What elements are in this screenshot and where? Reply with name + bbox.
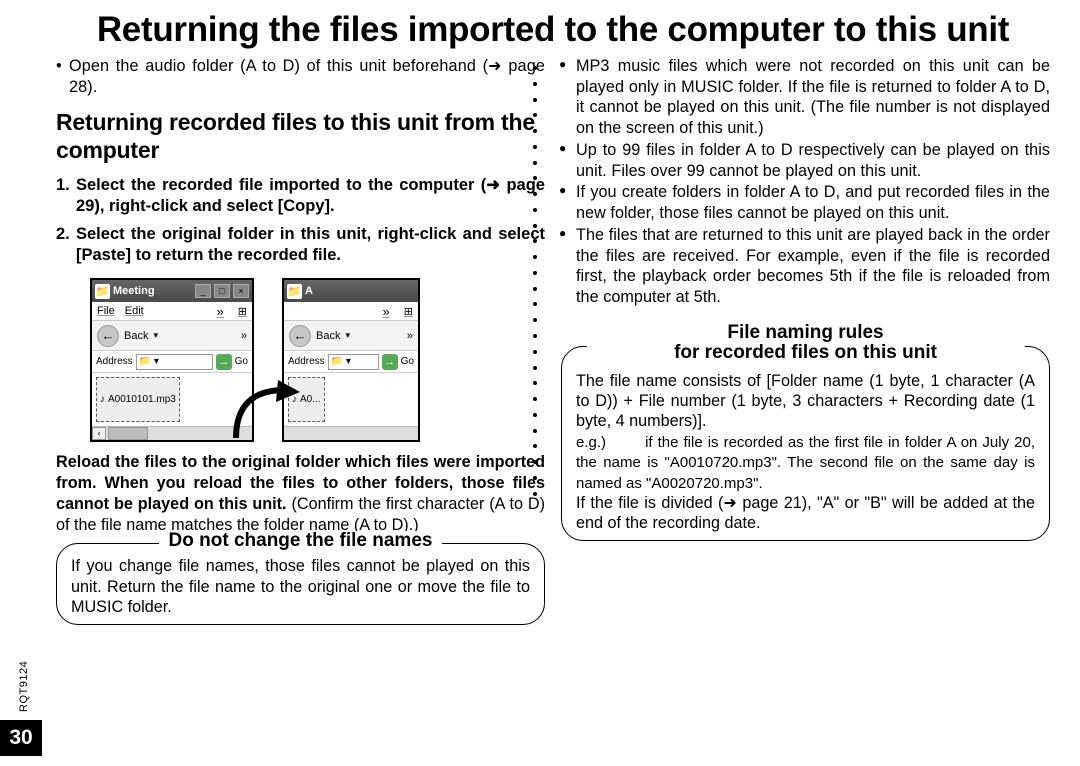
folder-icon: 📁: [95, 284, 110, 299]
curved-arrow-icon: [230, 380, 310, 450]
box-title: File naming rulesfor recorded files on t…: [586, 323, 1024, 363]
windows-logo-icon: ⊞: [238, 305, 247, 318]
go-label: Go: [235, 356, 248, 367]
step-1: 1.Select the recorded file imported to t…: [76, 175, 545, 218]
box-title: Do not change the file names: [159, 531, 443, 551]
address-label: Address: [288, 356, 325, 367]
windows-logo-icon: ⊞: [404, 305, 413, 318]
note-item: Up to 99 files in folder A to D respecti…: [561, 140, 1050, 181]
intro-note: Open the audio folder (A to D) of this u…: [56, 56, 545, 97]
back-icon: ←: [289, 325, 311, 347]
menu-file: File: [97, 305, 115, 317]
note-item: MP3 music files which were not recorded …: [561, 56, 1050, 139]
address-field: 📁 ▾: [136, 354, 213, 370]
close-icon: ×: [233, 284, 249, 298]
note-item: If you create folders in folder A to D, …: [561, 182, 1050, 223]
page-number: 30: [0, 720, 42, 756]
steps-list: 1.Select the recorded file imported to t…: [56, 175, 545, 267]
menu-edit: Edit: [125, 305, 144, 317]
back-label: Back: [124, 330, 148, 342]
section-heading: Returning recorded files to this unit fr…: [56, 109, 545, 164]
reload-warning: Reload the files to the original folder …: [56, 452, 545, 535]
file-item: ♪ A0010101.mp3: [96, 377, 180, 422]
back-icon: ←: [97, 325, 119, 347]
step-2: 2.Select the original folder in this uni…: [76, 224, 545, 267]
go-label: Go: [401, 356, 414, 367]
window-title: Meeting: [113, 285, 155, 297]
page-title: Returning the files imported to the comp…: [56, 10, 1050, 50]
chevron-right-icon: »: [241, 330, 247, 342]
notes-list: MP3 music files which were not recorded …: [561, 56, 1050, 308]
filename-warning-box: Do not change the file names If you chan…: [56, 543, 545, 625]
maximize-icon: □: [214, 284, 230, 298]
box-body: If you change file names, those files ca…: [71, 556, 530, 617]
screenshot-figure: 📁 Meeting _ □ × File Edit » ⊞ ←: [90, 278, 545, 442]
note-item: The files that are returned to this unit…: [561, 225, 1050, 308]
go-icon: →: [382, 354, 398, 370]
window-title: A: [305, 285, 313, 297]
naming-rules-box: File naming rulesfor recorded files on t…: [561, 346, 1050, 542]
folder-icon: 📁: [287, 284, 302, 299]
address-label: Address: [96, 356, 133, 367]
chevron-right-icon: »: [383, 304, 390, 319]
back-label: Back: [316, 330, 340, 342]
document-id: RQT9124: [18, 661, 30, 712]
minimize-icon: _: [195, 284, 211, 298]
chevron-right-icon: »: [217, 304, 224, 319]
address-field: 📁 ▾: [328, 354, 379, 370]
chevron-right-icon: »: [407, 330, 413, 342]
box-body: The file name consists of [Folder name (…: [576, 371, 1035, 534]
go-icon: →: [216, 354, 232, 370]
